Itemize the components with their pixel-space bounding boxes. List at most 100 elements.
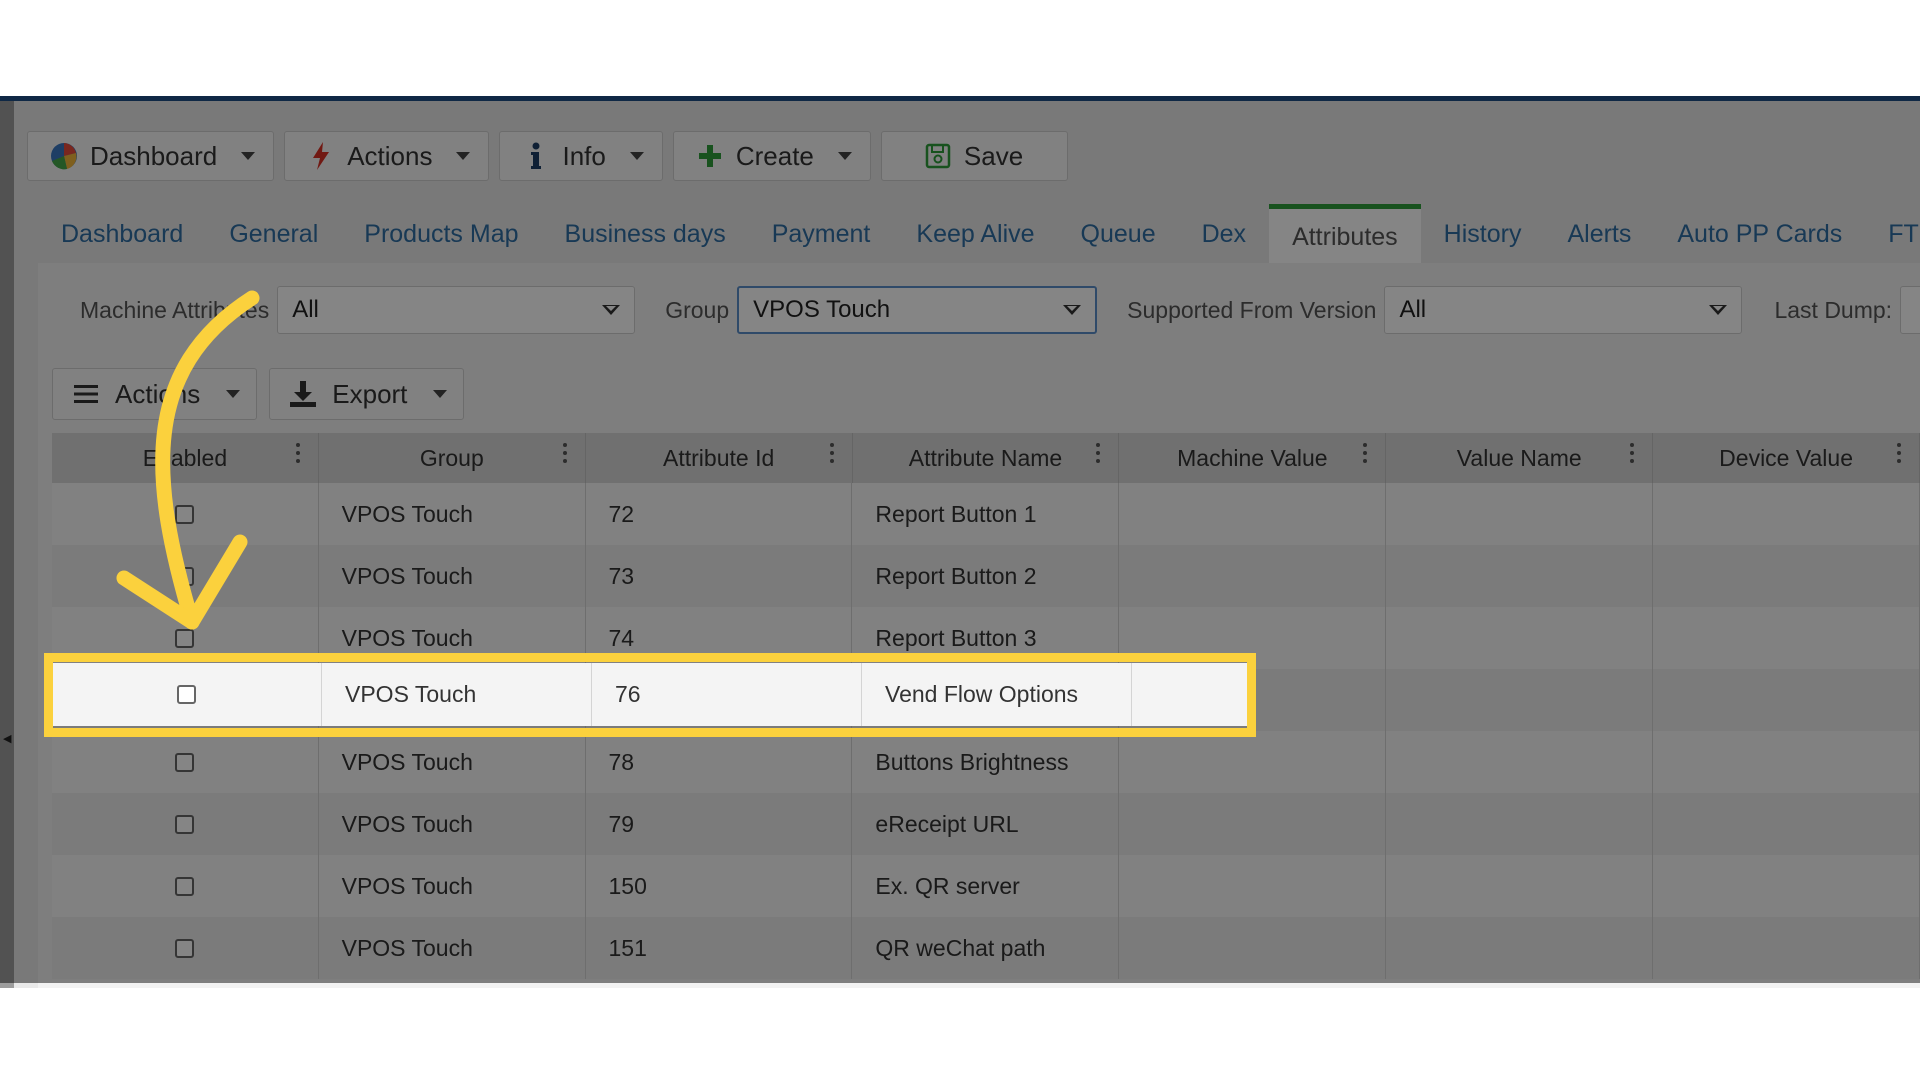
enabled-cell [52,483,319,545]
tab-queue[interactable]: Queue [1058,206,1179,263]
attribute-id-cell: 72 [586,483,853,545]
table-row[interactable]: VPOS Touch 79 eReceipt URL [52,793,1920,855]
device-value-cell[interactable] [1653,855,1920,917]
device-value-cell[interactable] [1653,545,1920,607]
attribute-name-cell: Report Button 1 [852,483,1120,545]
machine-value-cell[interactable] [1119,607,1387,669]
tab-business-days[interactable]: Business days [542,206,749,263]
group-cell: VPOS Touch [319,917,586,979]
value-name-cell[interactable] [1386,607,1654,669]
column-header-attribute-id[interactable]: Attribute Id [586,433,853,483]
lightning-icon [305,140,337,172]
actions-button[interactable]: Actions [284,131,490,181]
group-cell: VPOS Touch [319,483,586,545]
value-name-cell[interactable] [1386,793,1654,855]
last-dump-field[interactable] [1900,286,1920,334]
table-row[interactable]: VPOS Touch 74 Report Button 3 [52,607,1920,669]
column-header-machine-value[interactable]: Machine Value [1119,433,1387,483]
collapse-caret-icon[interactable]: ◀ [3,732,11,745]
enabled-checkbox[interactable] [175,628,195,648]
info-icon [520,140,552,172]
machine-value-cell[interactable] [1119,855,1387,917]
enabled-checkbox[interactable] [175,566,195,586]
main-toolbar: Dashboard Actions Info Create Save [27,131,1069,181]
tab-ftl[interactable]: FTL [1865,206,1920,263]
column-header-enabled[interactable]: Enabled [52,433,319,483]
supported-from-version-select[interactable]: All [1384,286,1743,334]
tab-dashboard[interactable]: Dashboard [38,206,206,263]
column-menu-icon[interactable] [1096,443,1101,463]
machine-value-cell[interactable] [1119,483,1387,545]
enabled-checkbox[interactable] [175,752,195,772]
value-name-cell[interactable] [1386,917,1654,979]
tab-payment[interactable]: Payment [749,206,894,263]
column-menu-icon[interactable] [295,443,300,463]
machine-value-cell[interactable] [1132,663,1252,726]
attribute-id-cell: 73 [586,545,853,607]
enabled-cell [52,663,322,726]
machine-value-cell[interactable] [1119,731,1387,793]
device-value-cell[interactable] [1653,731,1920,793]
grid-body: VPOS Touch 72 Report Button 1 VPOS Touch 73 R… [52,483,1920,979]
column-menu-icon[interactable] [1897,443,1902,463]
value-name-cell[interactable] [1386,483,1654,545]
machine-attributes-value: All [292,296,319,323]
tab-auto-pp-cards[interactable]: Auto PP Cards [1654,206,1865,263]
dashboard-button-label: Dashboard [90,140,218,171]
value-name-cell[interactable] [1386,731,1654,793]
device-value-cell[interactable] [1653,483,1920,545]
create-button[interactable]: Create [672,131,871,181]
tab-products-map[interactable]: Products Map [341,206,541,263]
tab-keep-alive[interactable]: Keep Alive [893,206,1057,263]
table-row[interactable]: VPOS Touch 72 Report Button 1 [52,483,1920,545]
tab-alerts[interactable]: Alerts [1544,206,1654,263]
machine-value-cell[interactable] [1119,917,1387,979]
value-name-cell[interactable] [1386,855,1654,917]
tab-general[interactable]: General [206,206,341,263]
group-select[interactable]: VPOS Touch [737,286,1098,334]
device-value-cell[interactable] [1653,607,1920,669]
info-button[interactable]: Info [499,131,663,181]
tab-history[interactable]: History [1421,206,1545,263]
attribute-name-cell: Buttons Brightness [852,731,1120,793]
enabled-checkbox[interactable] [175,876,195,896]
value-name-cell[interactable] [1386,545,1654,607]
enabled-checkbox[interactable] [175,504,195,524]
column-header-group[interactable]: Group [319,433,586,483]
save-button[interactable]: Save [880,131,1069,181]
download-icon [288,379,318,409]
enabled-checkbox[interactable] [177,685,196,704]
table-row[interactable]: VPOS Touch 151 QR weChat path [52,917,1920,979]
group-value: VPOS Touch [753,296,891,323]
column-menu-icon[interactable] [562,443,567,463]
highlighted-row[interactable]: VPOS Touch 76 Vend Flow Options [52,663,1252,726]
dropdown-arrow-icon [1709,305,1728,315]
export-button[interactable]: Export [269,368,465,420]
table-row[interactable]: VPOS Touch 150 Ex. QR server [52,855,1920,917]
grid-actions-label: Actions [115,378,201,409]
table-row[interactable]: VPOS Touch 73 Report Button 2 [52,545,1920,607]
machine-attributes-select[interactable]: All [277,286,636,334]
device-value-cell[interactable] [1653,917,1920,979]
tab-attributes[interactable]: Attributes [1269,204,1421,263]
machine-value-cell[interactable] [1119,545,1387,607]
grid-actions-button[interactable]: Actions [52,368,258,420]
value-name-cell[interactable] [1386,669,1654,731]
column-header-attribute-name[interactable]: Attribute Name [853,433,1120,483]
enabled-checkbox[interactable] [175,814,195,834]
device-value-cell[interactable] [1653,793,1920,855]
column-menu-icon[interactable] [829,443,834,463]
column-menu-icon[interactable] [1363,443,1368,463]
machine-value-cell[interactable] [1119,793,1387,855]
save-button-label: Save [963,140,1024,171]
column-header-device-value[interactable]: Device Value [1653,433,1920,483]
device-value-cell[interactable] [1653,669,1920,731]
table-row[interactable]: VPOS Touch 78 Buttons Brightness [52,731,1920,793]
enabled-checkbox[interactable] [175,938,195,958]
column-menu-icon[interactable] [1630,443,1635,463]
dashboard-button[interactable]: Dashboard [27,131,275,181]
column-header-value-name[interactable]: Value Name [1386,433,1654,483]
left-collapse-rail[interactable]: ◀ [0,101,14,988]
tab-dex[interactable]: Dex [1179,206,1269,263]
attribute-id-cell: 79 [586,793,853,855]
